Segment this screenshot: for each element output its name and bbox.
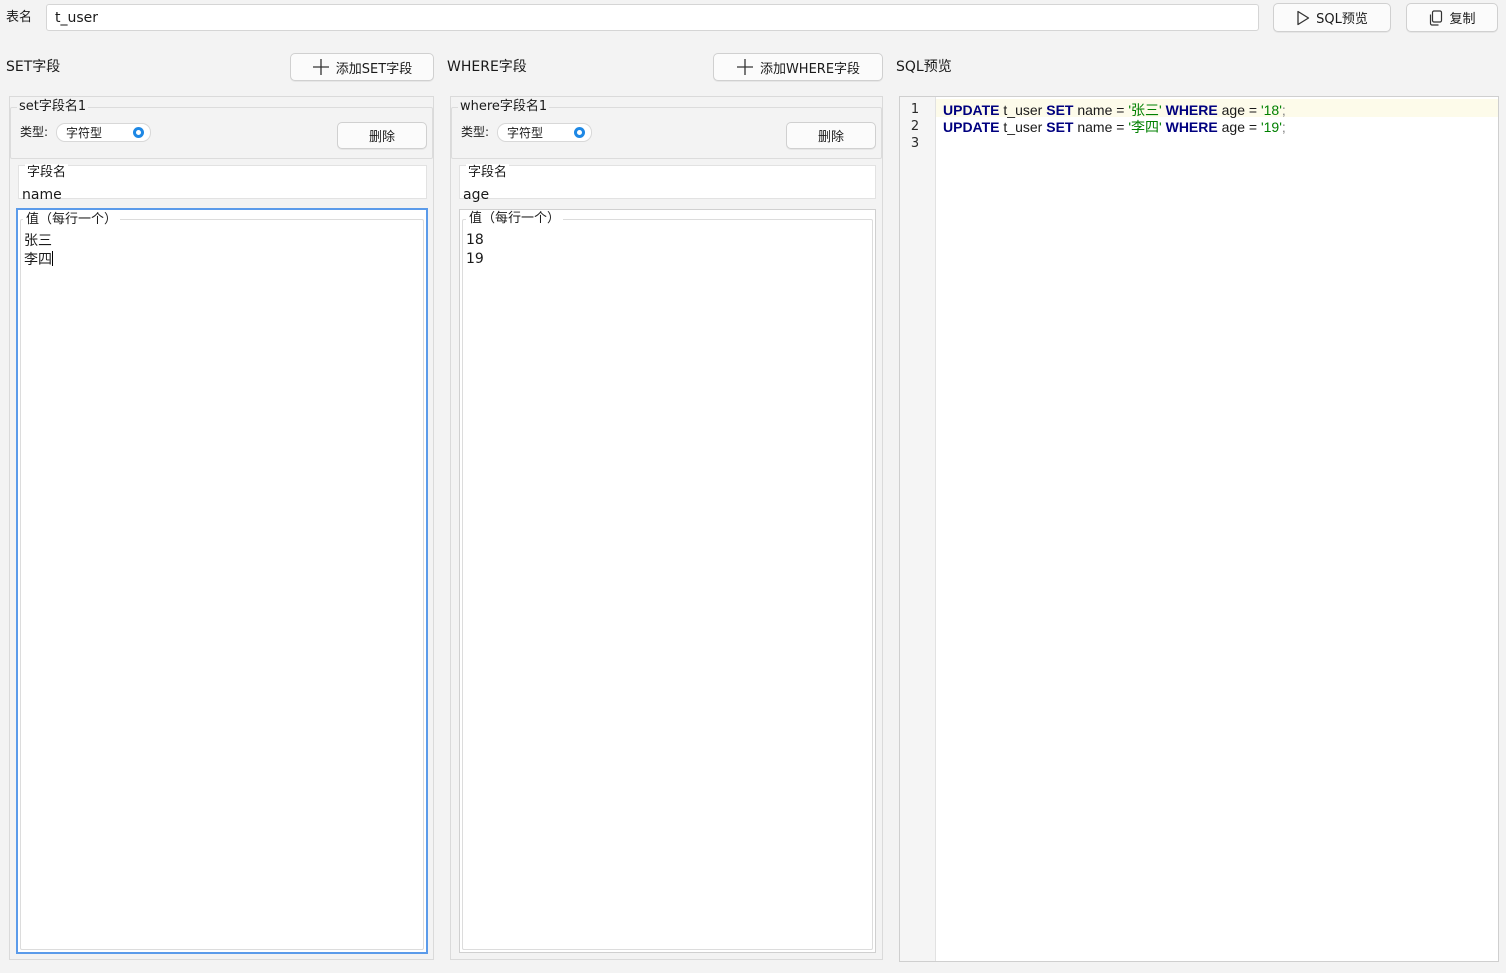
set-type-value: 字符型: [66, 126, 103, 140]
set-values-list: 张三 李四: [24, 232, 53, 270]
table-name-value: t_user: [55, 9, 99, 26]
sql-token-id: t_user: [999, 119, 1047, 135]
where-delete-label: 删除: [817, 130, 844, 145]
set-values-textarea[interactable]: 值（每行一个） 张三 李四: [16, 208, 428, 954]
sql-token-op: =: [1248, 119, 1258, 135]
where-values-title: 值（每行一个）: [466, 210, 564, 228]
copy-icon: [1428, 9, 1443, 26]
sql-token-kw: UPDATE: [943, 119, 1000, 135]
where-values-frame: [462, 219, 873, 950]
set-field-name-value: name: [22, 187, 62, 203]
line-number: 2: [910, 119, 920, 134]
where-panel: where字段名1 类型: 字符型 删除 字段名 age 值（每行一个） 18 …: [450, 96, 883, 960]
sql-line: UPDATE t_user SET name = '李四' WHERE age …: [943, 119, 1286, 136]
where-field-name-value: age: [463, 187, 490, 203]
where-field-name-box[interactable]: 字段名 age: [459, 164, 876, 203]
add-where-field-button[interactable]: 添加WHERE字段: [713, 53, 883, 81]
where-field-group: where字段名1 类型: 字符型 删除: [451, 98, 882, 159]
add-where-field-label: 添加WHERE字段: [759, 61, 861, 77]
sql-token-str: '李四': [1128, 119, 1162, 135]
set-type-label: 类型:: [20, 125, 49, 139]
play-triangle-icon: [1296, 10, 1310, 26]
sql-token-kw: WHERE: [1165, 102, 1218, 118]
sql-token-str: '19': [1260, 119, 1282, 135]
set-field-name-title: 字段名: [25, 164, 69, 182]
sql-line: UPDATE t_user SET name = '张三' WHERE age …: [943, 102, 1286, 119]
sql-token-id: t_user: [999, 102, 1047, 118]
copy-button-label: 复制: [1449, 12, 1476, 27]
set-type-select[interactable]: 字符型: [56, 123, 151, 142]
sql-token-kw: SET: [1046, 119, 1074, 135]
set-section-title: SET字段: [6, 59, 61, 75]
plus-icon: [736, 58, 754, 76]
radio-dot-icon: [133, 127, 144, 138]
set-values-title: 值（每行一个）: [23, 211, 121, 229]
sql-token-kw: UPDATE: [943, 102, 1000, 118]
add-set-field-button[interactable]: 添加SET字段: [290, 53, 434, 81]
set-delete-button[interactable]: 删除: [337, 122, 427, 149]
set-value-line: 张三: [24, 233, 52, 249]
sql-preview-button[interactable]: SQL预览: [1273, 3, 1391, 32]
sql-token-semi: ;: [1281, 102, 1286, 118]
set-panel: set字段名1 类型: 字符型 删除 字段名 name 值（每行一个） 张三 李…: [9, 96, 434, 960]
sql-token-kw: SET: [1046, 102, 1074, 118]
sql-section-title: SQL预览: [896, 59, 952, 75]
sql-token-id: age: [1217, 119, 1249, 135]
where-type-select[interactable]: 字符型: [497, 123, 592, 142]
sql-token-id: name: [1073, 102, 1117, 118]
set-group-title: set字段名1: [17, 98, 89, 116]
set-field-group: set字段名1 类型: 字符型 删除: [10, 98, 433, 159]
where-section-title: WHERE字段: [447, 59, 527, 75]
set-value-text: 李四: [24, 252, 52, 268]
where-values-textarea[interactable]: 值（每行一个） 18 19: [459, 209, 876, 953]
sql-token-id: age: [1217, 102, 1249, 118]
where-field-name-title: 字段名: [466, 164, 510, 182]
set-value-line-active: 李四: [24, 251, 53, 270]
radio-dot-icon: [574, 127, 585, 138]
where-value-line: 19: [466, 251, 484, 267]
sql-token-str: '张三': [1128, 102, 1162, 118]
where-group-title: where字段名1: [458, 98, 550, 116]
sql-token-kw: WHERE: [1165, 119, 1218, 135]
sql-editor[interactable]: 1 2 3 UPDATE t_user SET name = '张三' WHER…: [899, 96, 1499, 962]
where-values-list: 18 19: [466, 231, 484, 269]
table-name-label: 表名: [6, 10, 33, 25]
sql-token-str: '18': [1260, 102, 1282, 118]
add-set-field-label: 添加SET字段: [335, 61, 413, 77]
set-field-name-box[interactable]: 字段名 name: [18, 164, 427, 203]
copy-button[interactable]: 复制: [1406, 3, 1498, 32]
where-delete-button[interactable]: 删除: [786, 122, 876, 149]
sql-preview-button-label: SQL预览: [1316, 12, 1368, 27]
plus-icon: [312, 58, 330, 76]
where-type-label: 类型:: [461, 125, 490, 139]
where-type-value: 字符型: [507, 126, 544, 140]
line-number: 3: [910, 136, 920, 151]
line-number-gutter: [900, 97, 936, 961]
sql-token-id: name: [1073, 119, 1117, 135]
line-number: 1: [910, 102, 920, 117]
text-caret: [52, 251, 53, 266]
table-name-input[interactable]: t_user: [46, 4, 1259, 31]
set-delete-label: 删除: [368, 130, 395, 145]
sql-token-semi: ;: [1281, 119, 1286, 135]
where-value-line: 18: [466, 232, 484, 248]
sql-token-op: =: [1248, 102, 1258, 118]
set-values-frame: [20, 219, 424, 950]
